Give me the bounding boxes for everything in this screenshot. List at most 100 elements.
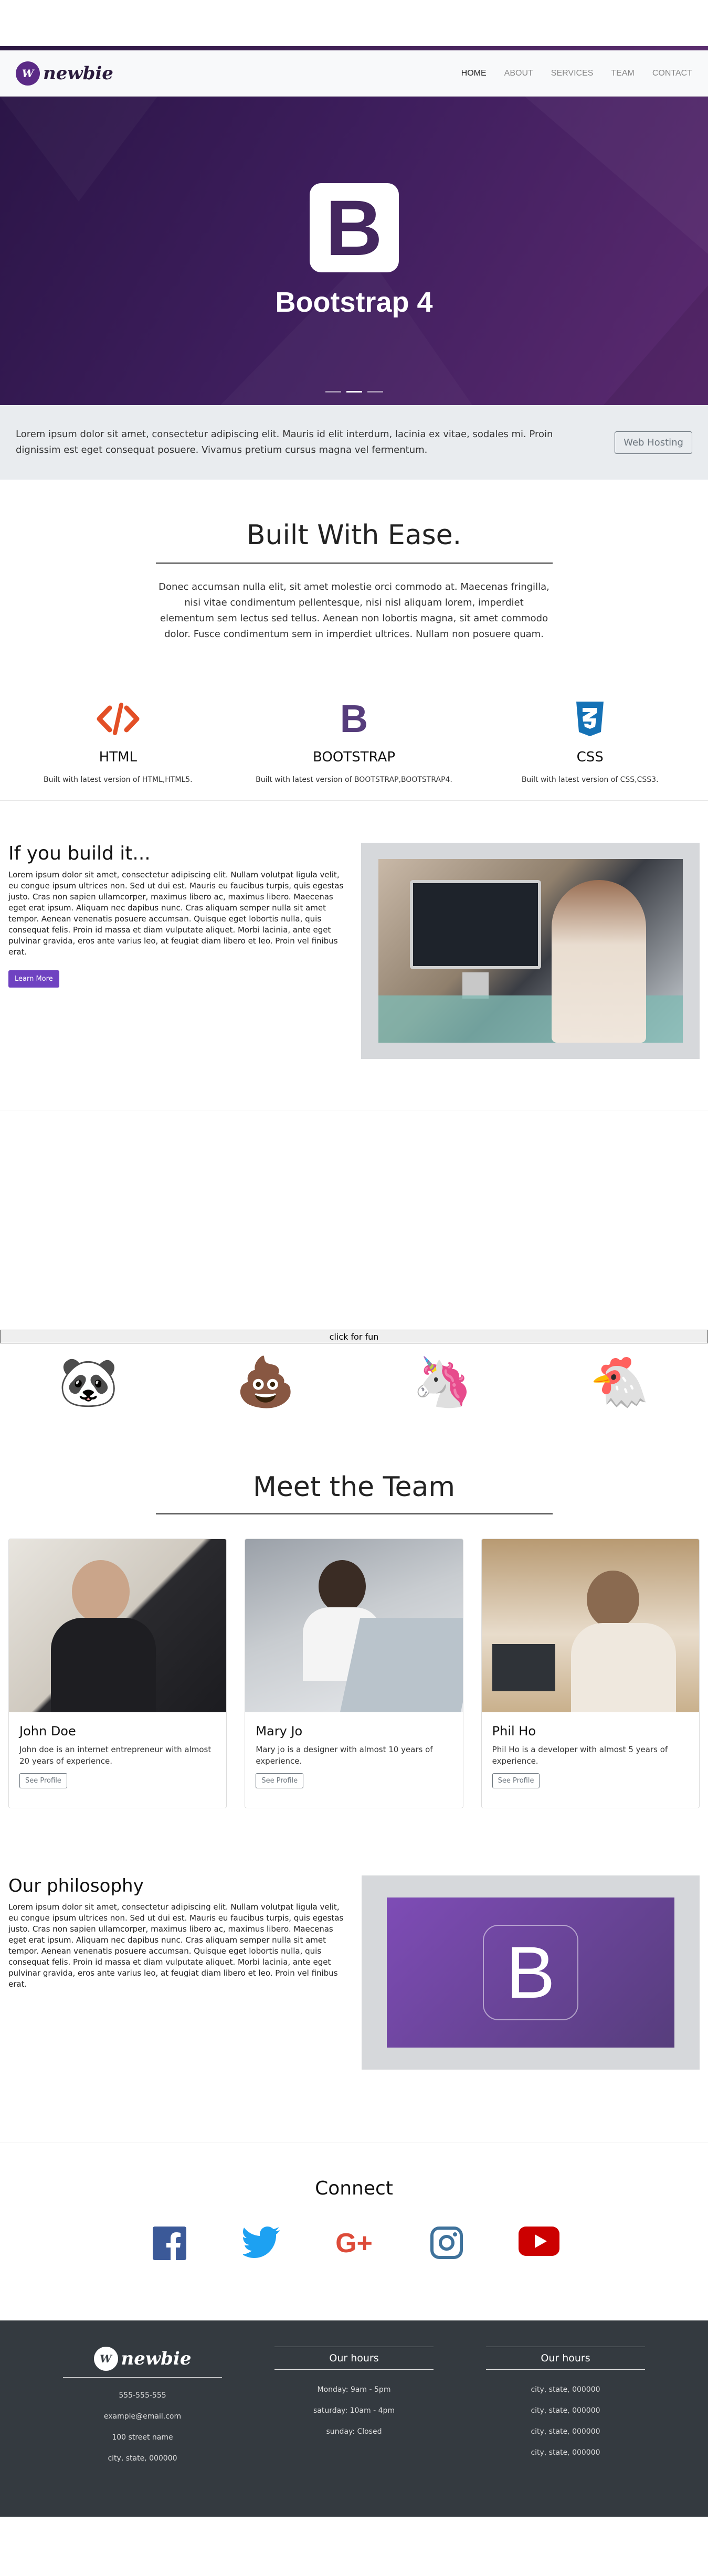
footer-location-line: city, state, 000000	[531, 2448, 600, 2457]
team-section: Meet the Team John Doe John doe is an in…	[0, 1421, 708, 1808]
philosophy-content: Our philosophy Lorem ipsum dolor sit ame…	[8, 1875, 350, 2143]
footer-hours: Our hours Monday: 9am - 5pm saturday: 10…	[248, 2347, 460, 2517]
footer-hours-line: saturday: 10am - 4pm	[313, 2407, 395, 2415]
blank-spacer	[0, 1110, 708, 1330]
brand-logo[interactable]: W newbie	[16, 61, 113, 86]
jumbotron: Lorem ipsum dolor sit amet, consectetur …	[0, 405, 708, 480]
footer: W newbie 555-555-555 example@email.com 1…	[0, 2320, 708, 2517]
card-body: John Doe John doe is an internet entrepr…	[9, 1712, 226, 1800]
build-image-frame	[361, 843, 700, 1059]
twitter-icon[interactable]	[216, 2227, 308, 2260]
footer-email: example@email.com	[103, 2412, 182, 2421]
person-body-shape	[51, 1618, 156, 1712]
feature-text: Built with latest version of HTML,HTML5.	[44, 776, 193, 784]
footer-location-line: city, state, 000000	[531, 2427, 600, 2436]
person-head-shape	[72, 1560, 130, 1623]
bootstrap-icon: B	[483, 1925, 578, 2020]
hero-carousel[interactable]: B Bootstrap 4	[0, 97, 708, 405]
web-hosting-button[interactable]: Web Hosting	[615, 431, 692, 454]
nav-link-about[interactable]: ABOUT	[504, 69, 533, 78]
laptop-shape	[340, 1618, 463, 1712]
html5-code-icon	[0, 699, 236, 739]
nav-link-services[interactable]: SERVICES	[551, 69, 594, 78]
top-spacer	[0, 0, 708, 46]
carousel-indicator-3[interactable]	[367, 391, 383, 393]
footer-locations: Our hours city, state, 000000 city, stat…	[460, 2347, 671, 2517]
feature-bootstrap: B BOOTSTRAP Built with latest version of…	[236, 697, 472, 785]
person-body-shape	[570, 1623, 676, 1712]
team-title: Meet the Team	[252, 1471, 456, 1503]
philosophy-text: Lorem ipsum dolor sit amet, consectetur …	[8, 1902, 344, 1989]
feature-css: CSS Built with latest version of CSS,CSS…	[472, 699, 708, 784]
see-profile-button[interactable]: See Profile	[19, 1773, 67, 1788]
unicorn-emoji: 🦄	[412, 1354, 473, 1410]
philosophy-section: Our philosophy Lorem ipsum dolor sit ame…	[0, 1808, 708, 2143]
hero-tile-letter: B	[325, 184, 383, 272]
build-section: If you build it... Lorem ipsum dolor sit…	[0, 801, 708, 1110]
nav-links: HOME ABOUT SERVICES TEAM CONTACT	[461, 69, 692, 78]
nav-link-home[interactable]: HOME	[461, 69, 487, 78]
monitor-shape	[409, 880, 541, 969]
team-card: Phil Ho Phil Ho is a developer with almo…	[481, 1539, 700, 1808]
philosophy-image-frame: B	[362, 1875, 700, 2070]
member-name: Phil Ho	[492, 1724, 536, 1738]
poop-emoji: 💩	[235, 1354, 296, 1410]
feature-title: HTML	[99, 749, 138, 765]
philosophy-title: Our philosophy	[8, 1875, 144, 1896]
woman-at-computer-photo	[378, 859, 683, 1043]
laptop-shape	[492, 1644, 555, 1691]
footer-contact: W newbie 555-555-555 example@email.com 1…	[37, 2347, 248, 2517]
social-links: G+	[0, 2227, 708, 2260]
feature-text: Built with latest version of CSS,CSS3.	[521, 776, 659, 784]
bootstrap-banner: B	[387, 1897, 674, 2048]
panda-emoji: 🐼	[58, 1354, 119, 1410]
connect-section: Connect G+	[0, 2143, 708, 2320]
person-head-shape	[319, 1560, 366, 1613]
person-shape	[551, 880, 646, 1043]
css3-icon	[472, 699, 708, 739]
card-body: Mary Jo Mary jo is a designer with almos…	[245, 1712, 462, 1800]
feature-html: HTML Built with latest version of HTML,H…	[0, 699, 236, 784]
footer-location-line: city, state, 000000	[531, 2386, 600, 2394]
footer-city: city, state, 000000	[108, 2454, 177, 2463]
see-profile-button[interactable]: See Profile	[256, 1773, 304, 1788]
feature-title: CSS	[576, 749, 604, 765]
carousel-indicator-2[interactable]	[346, 391, 362, 393]
footer-hours-line: sunday: Closed	[326, 2427, 382, 2436]
learn-more-button[interactable]: Learn More	[8, 970, 59, 988]
nav-link-contact[interactable]: CONTACT	[652, 69, 692, 78]
hero-title: Bootstrap 4	[275, 287, 433, 318]
member-name: John Doe	[19, 1724, 76, 1738]
feature-title: BOOTSTRAP	[312, 749, 396, 765]
bootstrap-icon: B	[340, 697, 368, 740]
team-cards: John Doe John doe is an internet entrepr…	[0, 1539, 708, 1808]
feature-text: Built with latest version of BOOTSTRAP,B…	[256, 776, 452, 784]
chicken-emoji: 🐔	[589, 1354, 650, 1410]
instagram-icon[interactable]	[400, 2227, 493, 2260]
features: HTML Built with latest version of HTML,H…	[0, 697, 708, 785]
click-for-fun-button[interactable]: click for fun	[0, 1330, 708, 1343]
footer-location-line: city, state, 000000	[531, 2407, 600, 2415]
john-doe-photo	[9, 1539, 227, 1712]
google-plus-icon[interactable]: G+	[308, 2227, 400, 2260]
nav-link-team[interactable]: TEAM	[611, 69, 634, 78]
phil-ho-photo	[481, 1539, 699, 1712]
facebook-icon[interactable]	[123, 2227, 216, 2260]
connect-title: Connect	[315, 2178, 393, 2199]
footer-phone: 555-555-555	[119, 2391, 166, 2400]
team-card: Mary Jo Mary jo is a designer with almos…	[245, 1539, 463, 1808]
member-bio: John doe is an internet entrepreneur wit…	[19, 1745, 212, 1766]
footer-logo[interactable]: W newbie	[63, 2347, 222, 2378]
team-card: John Doe John doe is an internet entrepr…	[8, 1539, 227, 1808]
built-title: Built With Ease.	[246, 520, 462, 551]
member-bio: Mary jo is a designer with almost 10 yea…	[256, 1745, 433, 1766]
logo-text: newbie	[121, 2348, 192, 2369]
footer-col3-title: Our hours	[486, 2347, 645, 2370]
see-profile-button[interactable]: See Profile	[492, 1773, 540, 1788]
monitor-stand-shape	[462, 972, 489, 999]
build-title: If you build it...	[8, 843, 151, 864]
footer-street: 100 street name	[112, 2433, 173, 2442]
member-name: Mary Jo	[256, 1724, 303, 1738]
carousel-indicator-1[interactable]	[325, 391, 341, 393]
youtube-icon[interactable]	[493, 2227, 585, 2260]
